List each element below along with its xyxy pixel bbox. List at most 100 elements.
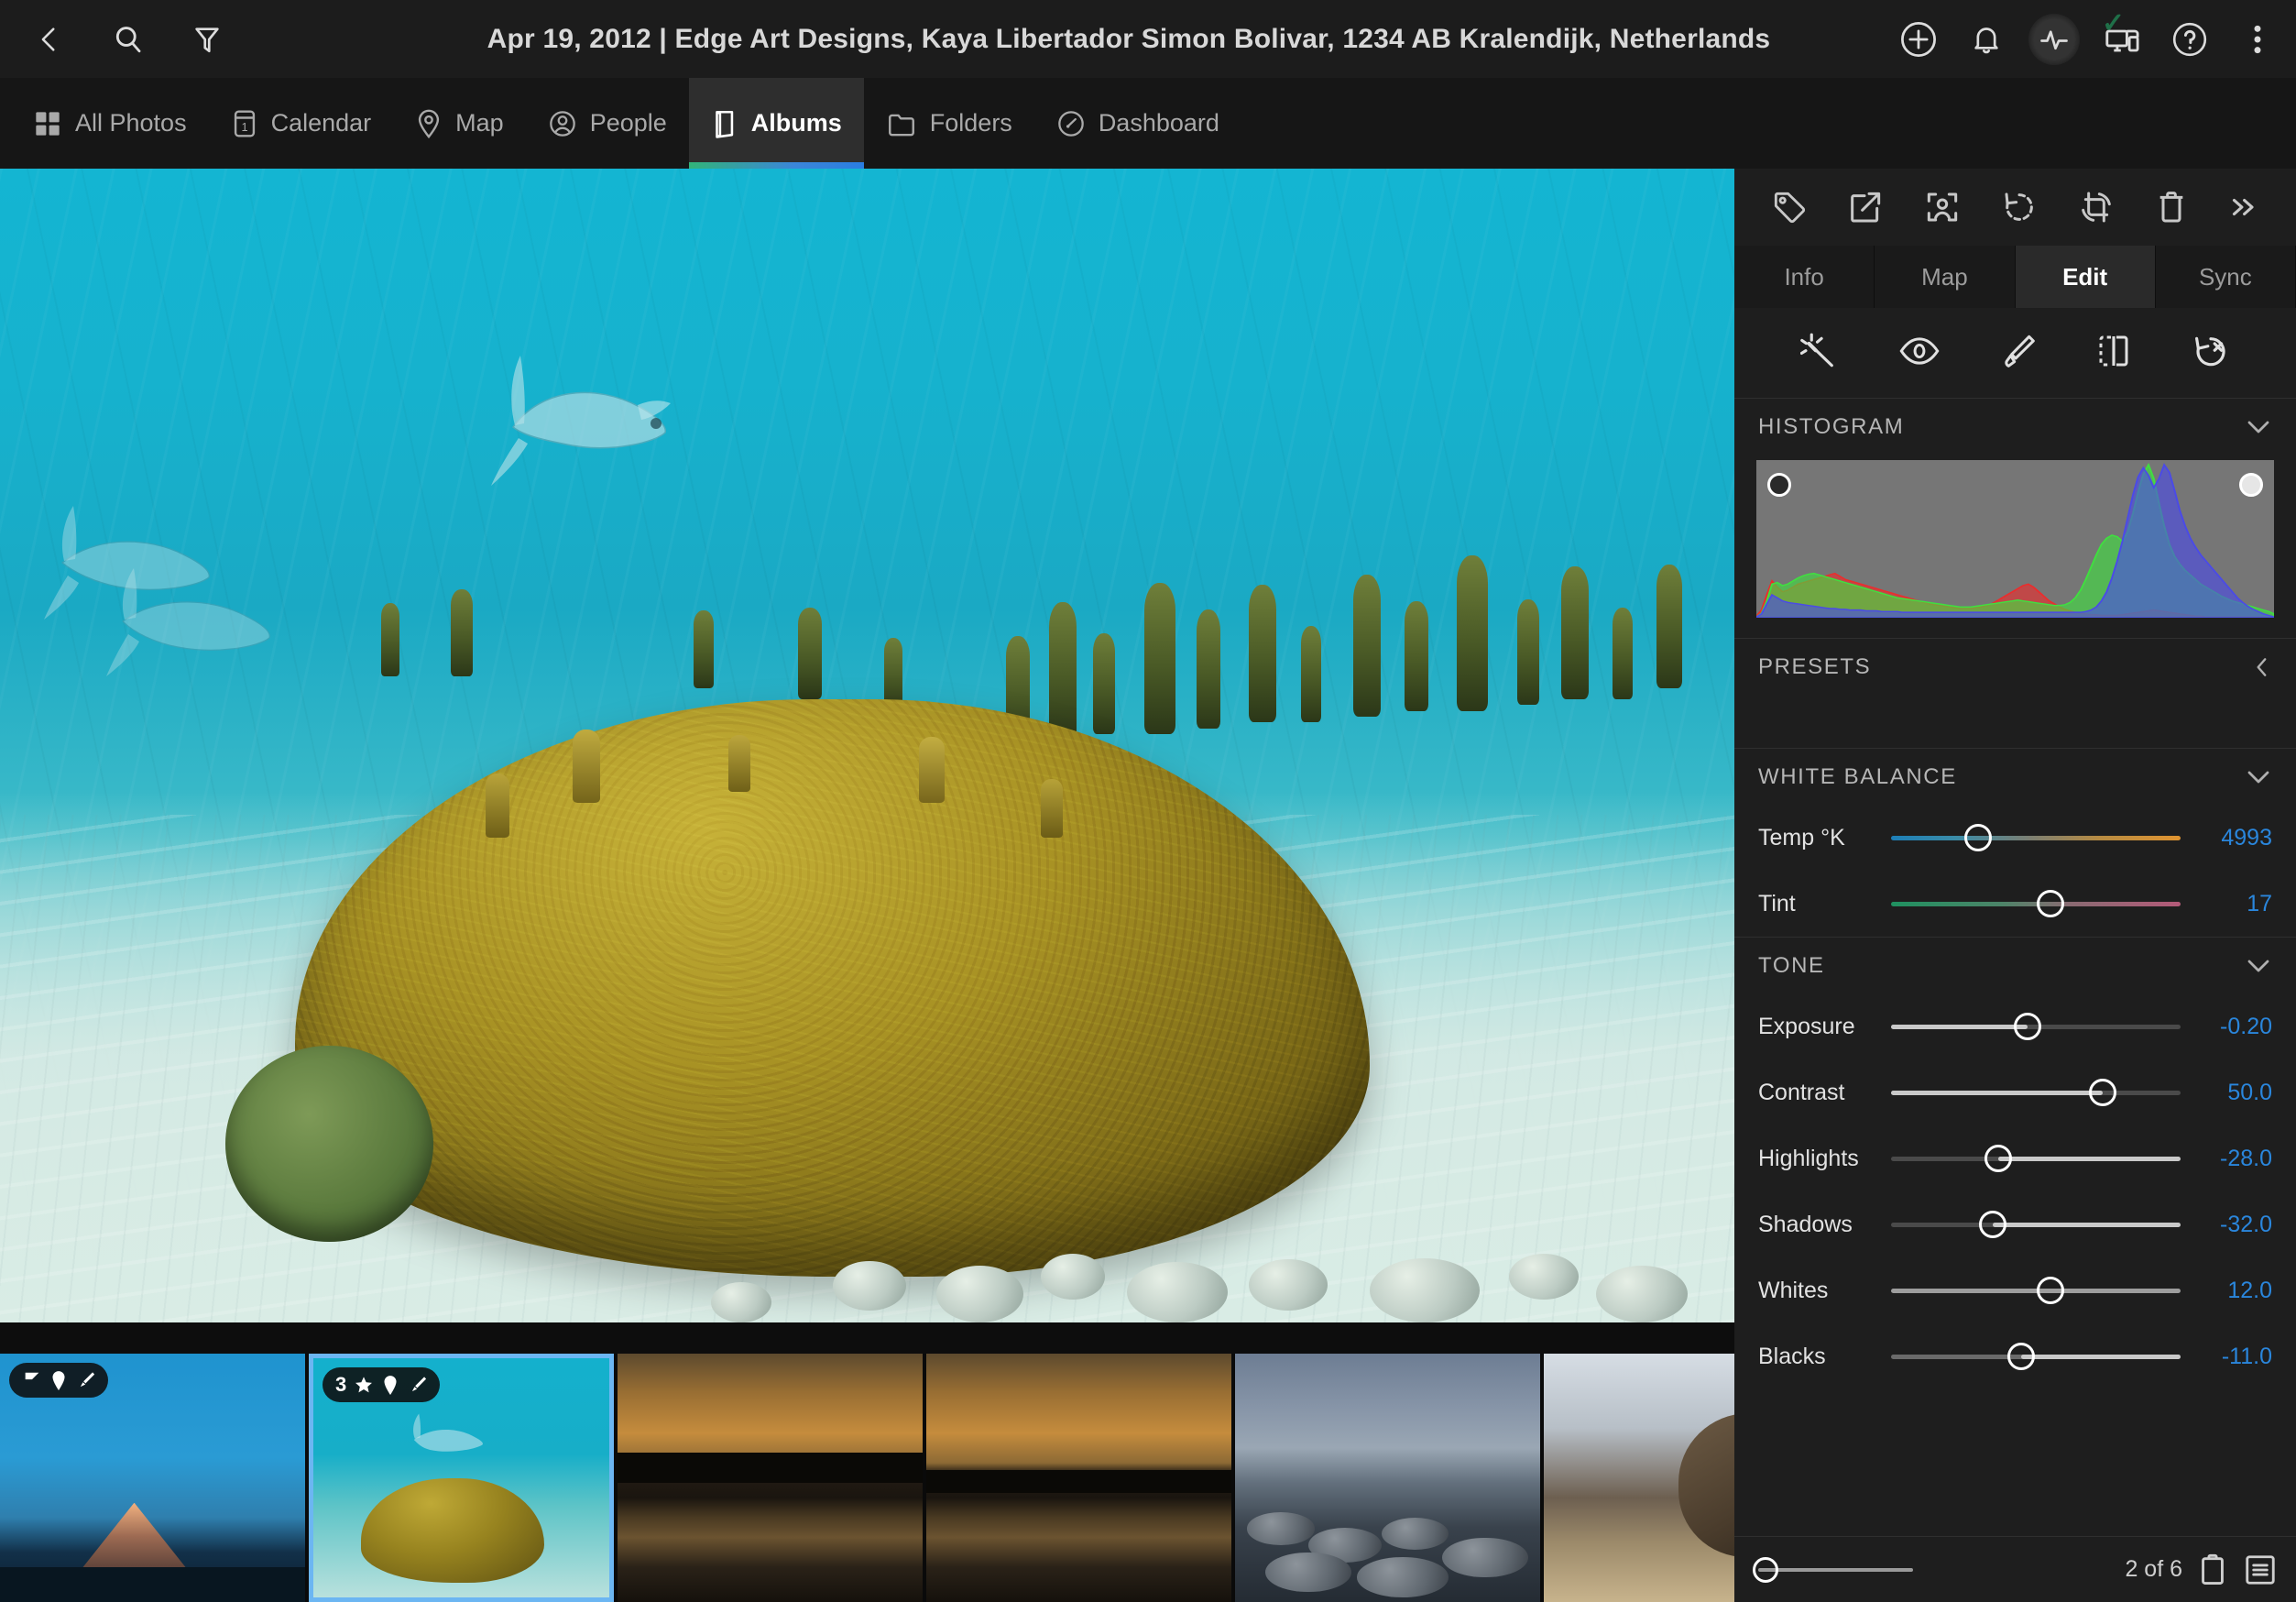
slider-value: 17: [2181, 891, 2272, 917]
section-header-white-balance[interactable]: WHITE BALANCE: [1734, 748, 2296, 805]
help-icon[interactable]: [2164, 14, 2215, 65]
filmstrip-thumb-3[interactable]: [618, 1354, 923, 1602]
pin-icon: [49, 1369, 68, 1391]
devices-sync-icon[interactable]: ✓: [2096, 14, 2148, 65]
filmstrip-thumb-1[interactable]: [0, 1354, 305, 1602]
notifications-bell-icon[interactable]: [1961, 14, 2012, 65]
add-icon[interactable]: [1893, 14, 1944, 65]
chevron-down-icon[interactable]: [2245, 957, 2272, 975]
nav-item-map[interactable]: Map: [393, 78, 526, 169]
zoom-slider[interactable]: [1753, 1554, 1913, 1586]
slider-knob[interactable]: [1984, 1145, 2012, 1172]
nav-item-folders[interactable]: Folders: [864, 78, 1034, 169]
slider-exposure[interactable]: Exposure -0.20: [1734, 993, 2296, 1059]
filmstrip-thumb-5[interactable]: [1235, 1354, 1540, 1602]
slider-highlights[interactable]: Highlights -28.0: [1734, 1125, 2296, 1191]
export-icon[interactable]: [1847, 189, 1884, 225]
brush-icon[interactable]: [1999, 332, 2036, 375]
slider-track-area[interactable]: [1891, 1206, 2181, 1243]
slider-knob[interactable]: [2014, 1013, 2041, 1040]
pebble: [1265, 1553, 1350, 1592]
filmstrip-thumb-4[interactable]: [926, 1354, 1231, 1602]
slider-track-area[interactable]: [1891, 1338, 2181, 1375]
slider-track-area[interactable]: [1891, 1140, 2181, 1177]
filmstrip-thumb-6[interactable]: [1544, 1354, 1734, 1602]
slider-value: -28.0: [2181, 1146, 2272, 1172]
search-icon[interactable]: [99, 10, 158, 69]
flag-icon: [22, 1370, 42, 1390]
section-header-histogram[interactable]: HISTOGRAM: [1734, 398, 2296, 455]
histogram-whites-handle[interactable]: [2239, 473, 2263, 497]
chevron-down-icon[interactable]: [2245, 768, 2272, 786]
rotate-icon[interactable]: [2001, 189, 2038, 225]
tag-icon[interactable]: [1771, 189, 1808, 225]
clipboard-icon[interactable]: [2197, 1553, 2228, 1587]
slider-track-area[interactable]: [1891, 1074, 2181, 1111]
slider-knob[interactable]: [2007, 1343, 2035, 1370]
fish-large: [476, 343, 687, 489]
sponge-column: [1049, 602, 1077, 740]
nav-item-dashboard[interactable]: Dashboard: [1034, 78, 1241, 169]
rock: [711, 1282, 771, 1322]
slider-knob[interactable]: [1964, 824, 1992, 851]
trash-icon[interactable]: [2155, 189, 2188, 225]
nav-item-people[interactable]: People: [526, 78, 689, 169]
slider-shadows[interactable]: Shadows -32.0: [1734, 1191, 2296, 1257]
filter-icon[interactable]: [178, 10, 236, 69]
slider-temp[interactable]: Temp °K 4993: [1734, 805, 2296, 871]
list-view-icon[interactable]: [2243, 1553, 2278, 1587]
tab-edit[interactable]: Edit: [2016, 246, 2156, 308]
nav-label: Albums: [751, 109, 842, 137]
chevron-down-icon[interactable]: [2245, 418, 2272, 436]
tab-sync[interactable]: Sync: [2156, 246, 2296, 308]
slider-contrast[interactable]: Contrast 50.0: [1734, 1059, 2296, 1125]
slider-label: Whites: [1758, 1278, 1891, 1304]
tab-info[interactable]: Info: [1734, 246, 1875, 308]
grid-icon: [33, 109, 62, 138]
histogram-chart[interactable]: [1756, 460, 2274, 618]
main-photo-underwater-coral: [0, 169, 1734, 1322]
back-icon[interactable]: [20, 10, 79, 69]
filmstrip-thumb-2-selected[interactable]: 3: [309, 1354, 614, 1602]
magic-wand-icon[interactable]: [1800, 332, 1839, 375]
map-pin-icon: [415, 108, 443, 139]
crop-icon[interactable]: [2077, 189, 2116, 225]
section-header-presets[interactable]: PRESETS: [1734, 638, 2296, 695]
histogram-blacks-handle[interactable]: [1767, 473, 1791, 497]
slider-track-area[interactable]: [1891, 885, 2181, 922]
slider-blacks[interactable]: Blacks -11.0: [1734, 1323, 2296, 1389]
slider-knob[interactable]: [2037, 1277, 2064, 1304]
slider-tint[interactable]: Tint 17: [1734, 871, 2296, 937]
tab-map[interactable]: Map: [1875, 246, 2015, 308]
nav-item-all-photos[interactable]: All Photos: [11, 78, 209, 169]
slider-track-area[interactable]: [1891, 1008, 2181, 1045]
slider-whites[interactable]: Whites 12.0: [1734, 1257, 2296, 1323]
before-after-icon[interactable]: [2095, 332, 2132, 375]
overflow-menu-icon[interactable]: [2232, 14, 2283, 65]
panel-tabs: Info Map Edit Sync: [1734, 246, 2296, 308]
chevron-left-icon[interactable]: [2252, 655, 2272, 679]
section-title: PRESETS: [1758, 654, 1871, 680]
reset-edits-icon[interactable]: [2192, 332, 2230, 375]
panel-action-toolbar: [1734, 169, 2296, 246]
zoom-slider-knob[interactable]: [1753, 1557, 1778, 1583]
face-detect-icon[interactable]: [1923, 189, 1962, 225]
filmstrip[interactable]: 3: [0, 1354, 1734, 1602]
slider-track-area[interactable]: [1891, 819, 2181, 856]
sponge-column: [451, 589, 473, 676]
slider-knob[interactable]: [2089, 1079, 2116, 1106]
slider-track-area[interactable]: [1891, 1272, 2181, 1309]
section-header-tone[interactable]: TONE: [1734, 937, 2296, 993]
sponge-column: [1301, 626, 1321, 722]
slider-knob[interactable]: [1979, 1211, 2006, 1238]
nav-item-albums[interactable]: Albums: [689, 78, 864, 169]
red-eye-icon[interactable]: [1898, 333, 1941, 374]
more-chevrons-icon[interactable]: [2227, 193, 2260, 221]
slider-knob[interactable]: [2037, 890, 2064, 917]
zoom-slider-track: [1758, 1568, 1913, 1572]
nav-item-calendar[interactable]: 1 Calendar: [209, 78, 394, 169]
calendar-icon: 1: [231, 108, 258, 139]
activity-pulse-icon[interactable]: [2028, 14, 2080, 65]
photo-viewer[interactable]: [0, 169, 1734, 1322]
folder-icon: [886, 110, 917, 137]
